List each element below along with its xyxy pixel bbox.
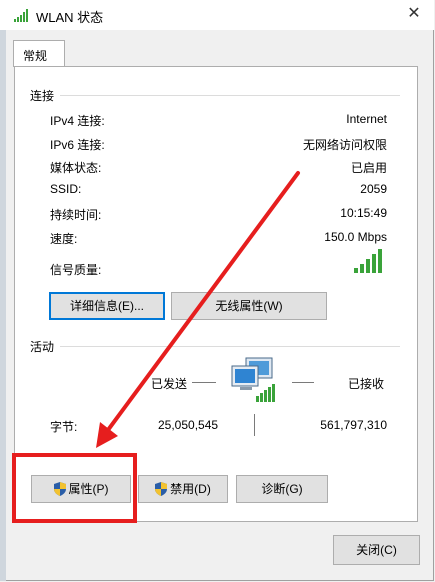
close-button[interactable]: 关闭(C) <box>333 535 420 565</box>
annotation-arrow <box>96 171 300 448</box>
